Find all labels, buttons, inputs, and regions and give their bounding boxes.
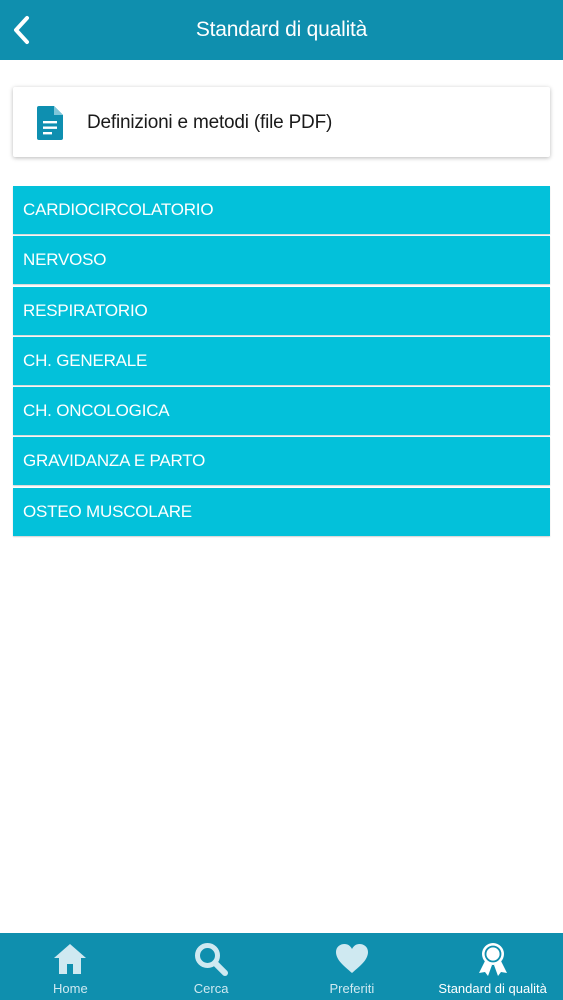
nav-label-quality-standards: Standard di qualità (438, 981, 547, 996)
nav-item-search[interactable]: Cerca (141, 933, 282, 1000)
nav-item-favorites[interactable]: Preferiti (282, 933, 423, 1000)
nav-label-home: Home (53, 981, 88, 996)
app-header: Standard di qualità (0, 0, 563, 60)
heart-icon (335, 944, 368, 973)
category-list: CARDIOCIRCOLATORIO NERVOSO RESPIRATORIO … (13, 186, 550, 538)
chevron-left-icon (14, 16, 29, 44)
category-item-ch-oncologica[interactable]: CH. ONCOLOGICA (13, 387, 550, 436)
nav-item-home[interactable]: Home (0, 933, 141, 1000)
nav-label-favorites: Preferiti (329, 981, 375, 996)
home-icon (54, 944, 87, 974)
nav-item-quality-standards[interactable]: Standard di qualità (422, 933, 563, 1000)
category-item-nervoso[interactable]: NERVOSO (13, 236, 550, 285)
back-button[interactable] (0, 0, 44, 60)
category-item-respiratorio[interactable]: RESPIRATORIO (13, 286, 550, 335)
pdf-card-label: Definizioni e metodi (file PDF) (87, 112, 333, 133)
category-item-gravidanza-e-parto[interactable]: GRAVIDANZA E PARTO (13, 437, 550, 486)
search-icon (195, 943, 229, 976)
bottom-nav: Home Cerca Preferiti Standard di qualità (0, 933, 563, 1000)
category-item-ch-generale[interactable]: CH. GENERALE (13, 336, 550, 385)
award-ribbon-icon (478, 943, 507, 976)
category-item-cardiocircolatorio[interactable]: CARDIOCIRCOLATORIO (13, 186, 550, 234)
document-icon (37, 106, 63, 140)
page-title: Standard di qualità (195, 18, 368, 41)
pdf-definitions-link[interactable]: Definizioni e metodi (file PDF) (13, 87, 550, 157)
nav-label-search: Cerca (193, 981, 229, 996)
category-item-osteo-muscolare[interactable]: OSTEO MUSCOLARE (13, 487, 550, 536)
